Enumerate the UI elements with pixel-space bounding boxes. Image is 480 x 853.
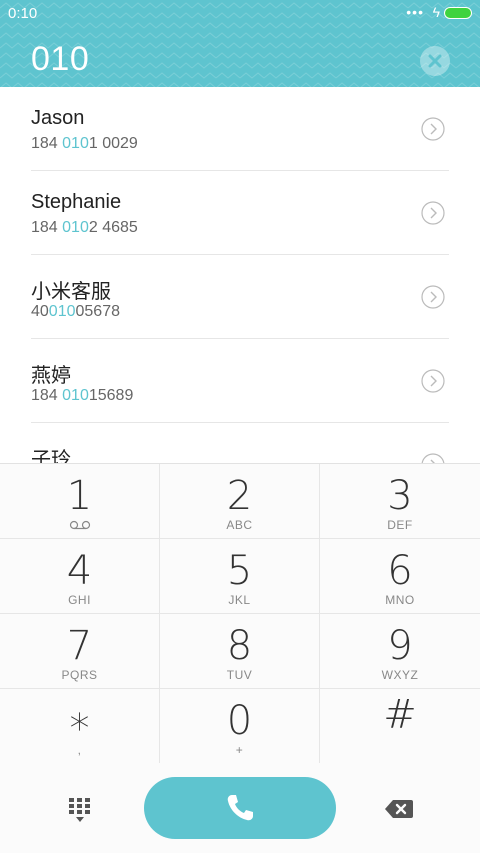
key-0[interactable]: 0 +	[160, 689, 320, 764]
key-letters: JKL	[228, 593, 251, 607]
dialpad-icon[interactable]	[66, 796, 94, 824]
key-digit: 9	[387, 623, 413, 669]
battery-icon	[444, 7, 472, 19]
key-letters: DEF	[387, 518, 413, 532]
key-digit: 0	[226, 698, 253, 744]
key-digit: 4	[66, 548, 93, 594]
key-7[interactable]: 7 PQRS	[0, 614, 160, 689]
list-item[interactable]: 小米客服 4001005678	[0, 255, 480, 339]
list-item[interactable]: 燕婷 184 01015689	[0, 339, 480, 423]
call-button[interactable]	[144, 777, 336, 839]
key-letters: ,	[77, 743, 82, 757]
key-digit: 2	[226, 473, 253, 519]
key-digit: 6	[387, 548, 413, 594]
key-5[interactable]: 5 JKL	[160, 539, 320, 614]
key-hash[interactable]: #	[320, 689, 480, 764]
contact-name: Stephanie	[31, 191, 122, 213]
contact-results-list[interactable]: Jason 184 0101 0029 Stephanie 184 0102 4…	[0, 87, 480, 463]
key-letters: GHI	[68, 593, 91, 607]
charging-bolt-icon: ϟ	[432, 4, 440, 20]
dialer-action-bar	[0, 763, 480, 853]
key-4[interactable]: 4 GHI	[0, 539, 160, 614]
key-2[interactable]: 2 ABC	[160, 464, 320, 539]
backspace-icon[interactable]	[383, 797, 415, 821]
chevron-right-circle-icon[interactable]	[421, 369, 445, 393]
number-match-highlight: 010	[62, 219, 89, 236]
dialer-header: 0:10 ••• ϟ 010	[0, 0, 480, 87]
contact-name: 子玲	[31, 449, 71, 463]
chevron-right-circle-icon[interactable]	[421, 285, 445, 309]
key-digit: 5	[226, 548, 253, 594]
key-digit: 1	[66, 473, 93, 519]
key-letters: PQRS	[61, 668, 98, 682]
contact-name: 燕婷	[31, 365, 71, 387]
key-letters: WXYZ	[381, 668, 419, 682]
status-time: 0:10	[8, 5, 38, 22]
key-3[interactable]: 3 DEF	[320, 464, 480, 539]
key-9[interactable]: 9 WXYZ	[320, 614, 480, 689]
contact-name: 小米客服	[31, 281, 111, 303]
key-letters: ABC	[226, 518, 253, 532]
contact-number: 184 0101 0029	[31, 135, 138, 152]
key-digit: 8	[226, 623, 253, 669]
dialed-number-input[interactable]: 010	[31, 40, 89, 79]
number-match-highlight: 010	[48, 303, 76, 320]
dialpad: 1 2 ABC 3 DEF 4 GHI 5 JKL 6 MNO 7 PQRS 8…	[0, 463, 480, 764]
key-6[interactable]: 6 MNO	[320, 539, 480, 614]
key-digit: 7	[66, 623, 93, 669]
signal-dots-icon: •••	[406, 4, 424, 20]
contact-number: 184 0102 4685	[31, 219, 138, 236]
chevron-right-circle-icon[interactable]	[421, 117, 445, 141]
number-match-highlight: 010	[62, 387, 89, 404]
key-1[interactable]: 1	[0, 464, 160, 539]
key-digit: #	[383, 692, 417, 738]
list-item[interactable]: Stephanie 184 0102 4685	[0, 171, 480, 255]
status-bar: 0:10 ••• ϟ	[0, 0, 480, 28]
contact-name: Jason	[31, 107, 85, 129]
key-8[interactable]: 8 TUV	[160, 614, 320, 689]
phone-icon	[227, 795, 253, 821]
list-item[interactable]: 子玲	[0, 423, 480, 463]
contact-number: 184 01015689	[31, 387, 134, 404]
chevron-right-circle-icon[interactable]	[421, 453, 445, 463]
key-digit: ∗	[66, 698, 93, 744]
contact-number: 4001005678	[31, 303, 120, 320]
key-digit: 3	[387, 473, 413, 519]
close-circle-icon	[428, 54, 442, 68]
key-letters: TUV	[226, 668, 253, 682]
key-letters: +	[235, 743, 244, 757]
key-star[interactable]: ∗ ,	[0, 689, 160, 764]
key-letters: MNO	[385, 593, 415, 607]
list-item[interactable]: Jason 184 0101 0029	[0, 87, 480, 171]
voicemail-icon	[69, 520, 91, 530]
chevron-right-circle-icon[interactable]	[421, 201, 445, 225]
clear-input-button[interactable]	[420, 46, 450, 76]
number-match-highlight: 010	[62, 135, 89, 152]
